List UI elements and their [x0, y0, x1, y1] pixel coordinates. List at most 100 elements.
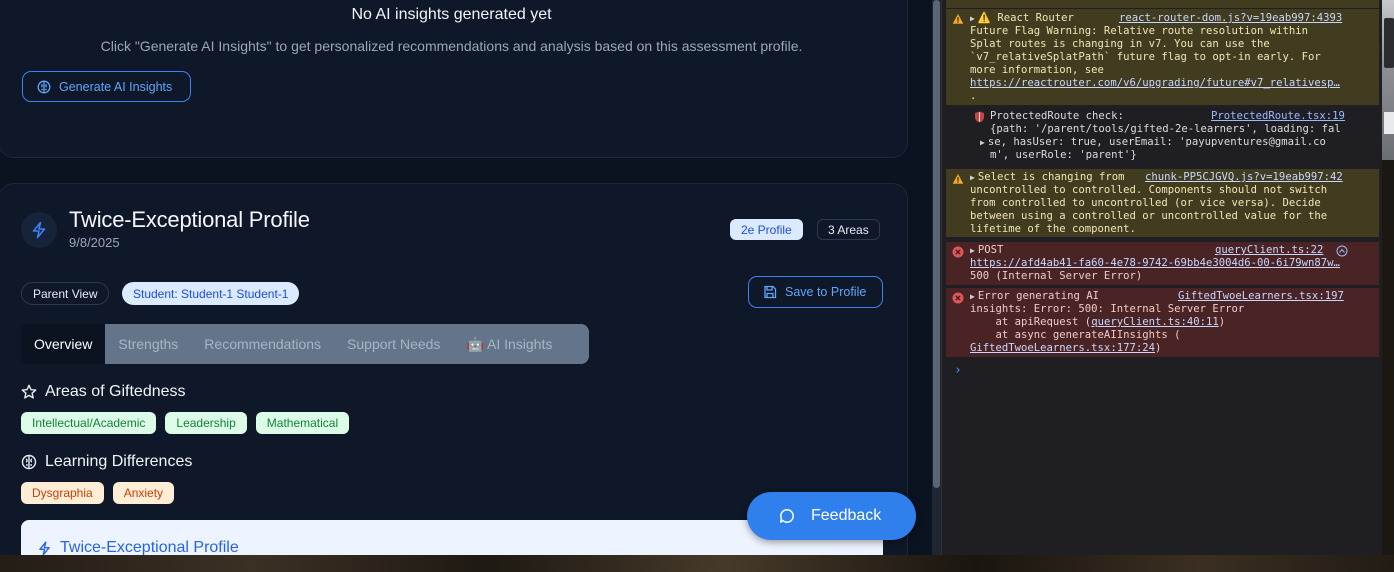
- console-line: between using a controlled or uncontroll…: [970, 210, 1328, 222]
- tab-overview[interactable]: Overview: [21, 324, 106, 364]
- adjacent-window-chip: [1384, 18, 1394, 68]
- expand-triangle-icon[interactable]: ▶: [970, 290, 975, 303]
- console-line: ): [1154, 342, 1162, 354]
- console-line: Error generating AI: [977, 290, 1100, 302]
- profile-date: 9/8/2025: [69, 235, 120, 250]
- network-request-icon[interactable]: [1336, 245, 1348, 257]
- giftedness-heading: Areas of Giftedness: [21, 383, 186, 401]
- expand-triangle-icon[interactable]: ▶: [980, 136, 985, 149]
- feedback-label: Feedback: [811, 507, 882, 524]
- console-line: .: [970, 90, 977, 102]
- student-badge: Student: Student-1 Student-1: [122, 282, 300, 305]
- lightning-icon: [37, 541, 52, 556]
- console-object-line: ▶ se, hasUser: true, userEmail: 'payupven…: [980, 136, 1350, 149]
- lightning-icon: [30, 221, 48, 239]
- tab-strengths[interactable]: Strengths: [105, 324, 191, 364]
- console-line: at async generateAIInsights (: [970, 329, 1181, 341]
- warning-icon: [952, 13, 964, 25]
- console-line: at apiRequest (: [970, 316, 1092, 328]
- generate-ai-insights-button[interactable]: Generate AI Insights: [22, 71, 191, 102]
- console-stack-line: at apiRequest (queryClient.ts:40:11): [970, 316, 1350, 329]
- giftedness-tags: Intellectual/Academic Leadership Mathema…: [21, 412, 350, 434]
- console-line: se, hasUser: true, userEmail: 'payupvent…: [987, 136, 1326, 148]
- profile-icon-badge: [21, 212, 57, 248]
- console-source-link[interactable]: queryClient.ts:22: [1215, 244, 1323, 257]
- console-line: Future Flag Warning: Relative route reso…: [970, 25, 1309, 37]
- no-insights-title: No AI insights generated yet: [351, 6, 552, 23]
- console-line: lifetime of the component.: [970, 223, 1136, 235]
- profile-tabs: Overview Strengths Recommendations Suppo…: [21, 324, 589, 364]
- warning-icon: [952, 173, 964, 185]
- console-line: ⚠️ React Router: [977, 12, 1074, 24]
- expand-triangle-icon[interactable]: ▶: [970, 171, 975, 184]
- view-mode-badge: Parent View: [21, 282, 110, 305]
- console-line: Select is changing from: [977, 171, 1125, 183]
- chat-bubble-icon: [779, 508, 795, 524]
- adjacent-window-chip: [1384, 112, 1394, 134]
- save-icon: [763, 285, 777, 299]
- expand-triangle-icon[interactable]: ▶: [970, 12, 975, 25]
- console-stack-link[interactable]: GiftedTwoeLearners.tsx:177:24: [970, 342, 1155, 354]
- no-insights-description: Click "Generate AI Insights" to get pers…: [100, 38, 803, 54]
- console-line: insights: Error: 500: Internal Server Er…: [970, 303, 1245, 315]
- desktop-wallpaper: [0, 555, 1394, 572]
- adjacent-window-edge: [1382, 0, 1394, 160]
- learning-difference-tag: Anxiety: [112, 482, 175, 504]
- devtools-console: ▶ ⚠️ React Router Future Flag Warning: Re…: [941, 0, 1382, 555]
- giftedness-tag: Intellectual/Academic: [21, 412, 157, 434]
- console-source-link[interactable]: GiftedTwoeLearners.tsx:197: [1178, 290, 1344, 303]
- tab-recommendations[interactable]: Recommendations: [191, 324, 334, 364]
- console-line: Splat routes is changing in v7. You can …: [970, 38, 1270, 50]
- learning-differences-heading-label: Learning Differences: [45, 453, 193, 470]
- console-line: {path: '/parent/tools/gifted-2e-learners…: [990, 123, 1341, 135]
- tab-support-needs[interactable]: Support Needs: [334, 324, 453, 364]
- expand-triangle-icon[interactable]: ▶: [970, 244, 975, 257]
- save-to-profile-label: Save to Profile: [785, 285, 867, 299]
- console-prompt[interactable]: ›: [954, 364, 962, 377]
- app-viewport: No AI insights generated yet Click "Gene…: [0, 0, 932, 555]
- console-error-post[interactable]: ▶ POST https://afd4ab41-fa60-4e78-9742-69…: [946, 242, 1379, 285]
- learning-differences-heading: Learning Differences: [21, 453, 192, 471]
- console-line: POST: [977, 244, 1004, 256]
- page-scrollbar-thumb[interactable]: [933, 0, 940, 488]
- brain-icon: [37, 80, 51, 94]
- ai-insights-card: No AI insights generated yet Click "Gene…: [0, 0, 908, 158]
- profile-title: Twice-Exceptional Profile: [69, 207, 310, 232]
- console-warning-react-router[interactable]: ▶ ⚠️ React Router Future Flag Warning: Re…: [946, 9, 1379, 105]
- learning-difference-tag: Dysgraphia: [21, 482, 104, 504]
- console-error-generate-insights[interactable]: ▶ Error generating AI insights: Error: 50…: [946, 288, 1379, 357]
- giftedness-tag: Leadership: [165, 412, 247, 434]
- profile-type-badge: 2e Profile: [730, 219, 803, 240]
- generate-ai-insights-label: Generate AI Insights: [59, 79, 173, 94]
- console-line: from controlled to uncontrolled (or vice…: [970, 197, 1321, 209]
- previous-warning-strip: [946, 0, 1379, 8]
- console-log-protected-route[interactable]: ProtectedRoute check: {path: '/parent/to…: [946, 109, 1379, 167]
- tab-ai-insights[interactable]: 🤖 AI Insights: [453, 324, 565, 364]
- shield-icon: [974, 111, 986, 123]
- console-line: uncontrolled to controlled. Components s…: [970, 184, 1328, 196]
- giftedness-tag: Mathematical: [255, 412, 350, 434]
- error-icon: [952, 292, 964, 304]
- feedback-button[interactable]: Feedback: [747, 492, 916, 540]
- console-line: ): [1218, 316, 1226, 328]
- console-line: `v7_relativeSplatPath` future flag to op…: [970, 51, 1321, 63]
- console-source-link[interactable]: react-router-dom.js?v=19eab997:4393: [1119, 12, 1342, 25]
- console-link[interactable]: https://reactrouter.com/v6/upgrading/fut…: [970, 77, 1350, 90]
- giftedness-heading-label: Areas of Giftedness: [45, 383, 186, 400]
- console-line: 500 (Internal Server Error): [970, 270, 1143, 282]
- console-link[interactable]: https://afd4ab41-fa60-4e78-9742-69bb4e30…: [970, 257, 1350, 270]
- console-message-body: ▶ ⚠️ React Router Future Flag Warning: Re…: [970, 12, 1350, 103]
- areas-count-badge: 3 Areas: [817, 219, 880, 240]
- brain-icon: [21, 454, 37, 470]
- console-source-link[interactable]: ProtectedRoute.tsx:19: [1211, 110, 1345, 123]
- learning-differences-tags: Dysgraphia Anxiety: [21, 482, 175, 504]
- console-stack-line: GiftedTwoeLearners.tsx:177:24): [970, 342, 1350, 355]
- console-source-link[interactable]: chunk-PP5CJGVQ.js?v=19eab997:42: [1145, 171, 1343, 184]
- profile-summary-title: Twice-Exceptional Profile: [37, 539, 239, 555]
- console-warning-select[interactable]: ▶ Select is changing from uncontrolled to…: [946, 169, 1379, 237]
- console-line: more information, see: [970, 64, 1104, 76]
- star-icon: [21, 384, 37, 400]
- console-stack-link[interactable]: queryClient.ts:40:11: [1091, 316, 1219, 328]
- error-icon: [952, 246, 964, 258]
- save-to-profile-button[interactable]: Save to Profile: [748, 276, 883, 308]
